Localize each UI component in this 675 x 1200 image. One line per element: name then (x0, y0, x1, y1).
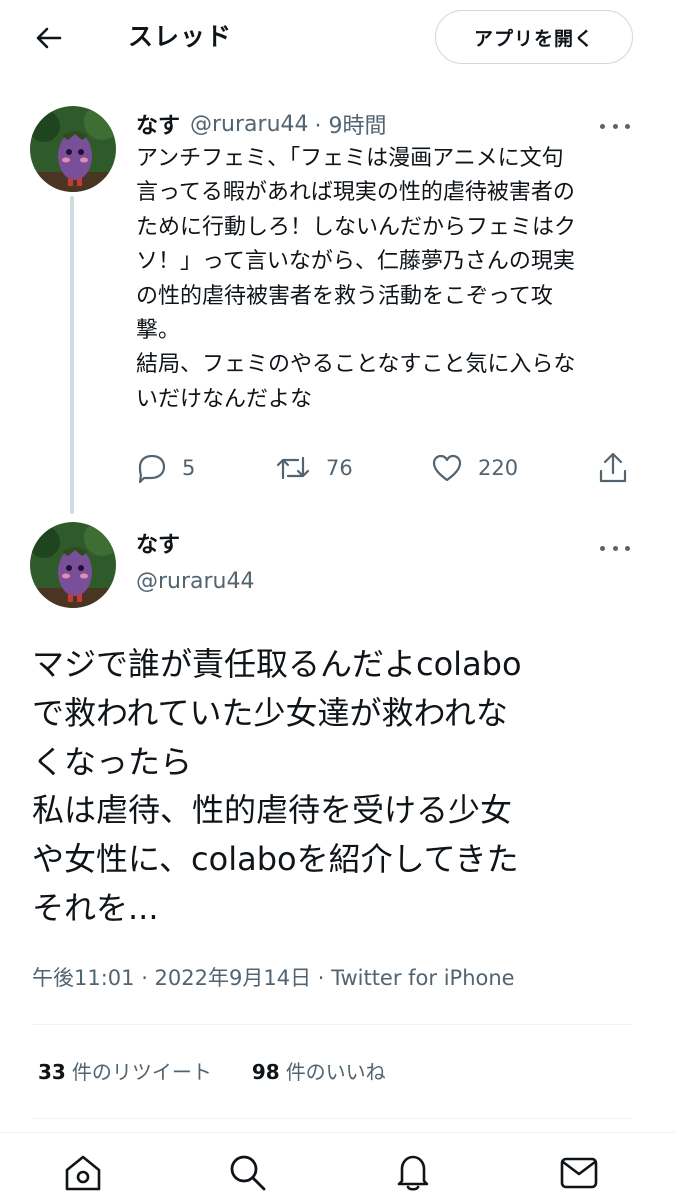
notifications-icon (397, 1155, 429, 1191)
page-title: スレッド (128, 22, 233, 51)
tweet-line: 私は虐待、性的虐待を受ける少女 (32, 791, 513, 830)
reply-button[interactable]: 5 (134, 448, 195, 488)
more-options-icon[interactable] (600, 538, 630, 558)
tab-search[interactable] (222, 1151, 272, 1200)
bottom-tab-bar (0, 1132, 675, 1200)
open-app-button[interactable]: アプリを開く (435, 10, 633, 64)
tweet-time[interactable]: · 9時間 (315, 108, 387, 140)
home-icon (65, 1155, 101, 1191)
arrow-left-icon (36, 27, 62, 49)
retweet-total: 33 (38, 1060, 66, 1084)
retweet-icon (276, 456, 310, 480)
heart-icon (432, 454, 462, 482)
tweet-line: の性的虐待被害者を救う活動をこぞって攻 (136, 283, 553, 309)
tweet-line: 撃。 (136, 317, 181, 343)
display-name[interactable]: なす (136, 530, 180, 562)
divider (32, 1118, 632, 1119)
like-total: 98 (251, 1060, 280, 1084)
tweet-metadata[interactable]: 午後11:01 · 2022年9月14日 · Twitter for iPhon… (32, 962, 515, 994)
share-icon (599, 452, 627, 483)
back-button[interactable] (28, 20, 68, 56)
retweet-count: 76 (326, 456, 353, 480)
tweet-actions: 5 76 220 (134, 448, 634, 488)
top-bar: スレッド アプリを開く (0, 0, 675, 78)
tweet-line: 結局、フェミのやることなすこと気に入らな (136, 352, 576, 378)
user-handle[interactable]: @ruraru44 (190, 112, 309, 137)
tweet-text: マジで誰が責任取るんだよcolabo で救われていた少女達が救われな くなったら… (32, 640, 652, 933)
likes-stat[interactable]: 98 件のいいね (252, 1056, 386, 1088)
display-name[interactable]: なす (136, 108, 180, 140)
search-icon (230, 1155, 266, 1191)
engagement-stats: 33 件のリツイート 98 件のいいね (38, 1056, 426, 1088)
tab-messages[interactable] (554, 1151, 604, 1200)
messages-icon (560, 1157, 598, 1189)
more-options-icon[interactable] (600, 116, 630, 136)
retweets-stat[interactable]: 33 件のリツイート (38, 1056, 212, 1088)
tweet-line: アンチフェミ、「フェミは漫画アニメに文句 (136, 146, 564, 171)
tab-home[interactable] (58, 1151, 108, 1200)
tweet-header: なす @ruraru44 · 9時間 (136, 108, 387, 140)
avatar[interactable] (30, 522, 116, 608)
tweet-line: いだけなんだよな (136, 386, 313, 412)
tweet-line: ソ！」って言いながら、仁藤夢乃さんの現実 (136, 249, 575, 275)
divider (32, 1024, 632, 1025)
tweet-text: アンチフェミ、「フェミは漫画アニメに文句 言ってる暇があれば現実の性的虐待被害者… (136, 142, 636, 417)
like-total-label: 件のいいね (285, 1060, 386, 1084)
thread-connector-line (70, 196, 74, 514)
user-handle[interactable]: @ruraru44 (136, 566, 255, 598)
tweet-line: くなったら (32, 742, 193, 781)
retweet-button[interactable]: 76 (274, 448, 353, 488)
reply-count: 5 (182, 456, 196, 480)
reply-icon (138, 454, 166, 484)
like-button[interactable]: 220 (430, 448, 518, 488)
tweet-line: それを... (32, 888, 159, 927)
tab-notifications[interactable] (388, 1151, 438, 1200)
retweet-total-label: 件のリツイート (71, 1060, 212, 1084)
share-button[interactable] (596, 448, 630, 488)
tweet-line: マジで誰が責任取るんだよcolabo (32, 645, 522, 683)
like-count: 220 (478, 456, 519, 480)
tweet-line: や女性に、colaboを紹介してきた (32, 840, 519, 879)
tweet-line: ために行動しろ！しないんだからフェミはク (136, 214, 577, 240)
avatar[interactable] (30, 106, 116, 192)
tweet-line: 言ってる暇があれば現実の性的虐待被害者の (136, 180, 575, 206)
tweet-line: で救われていた少女達が救われな (32, 693, 508, 732)
